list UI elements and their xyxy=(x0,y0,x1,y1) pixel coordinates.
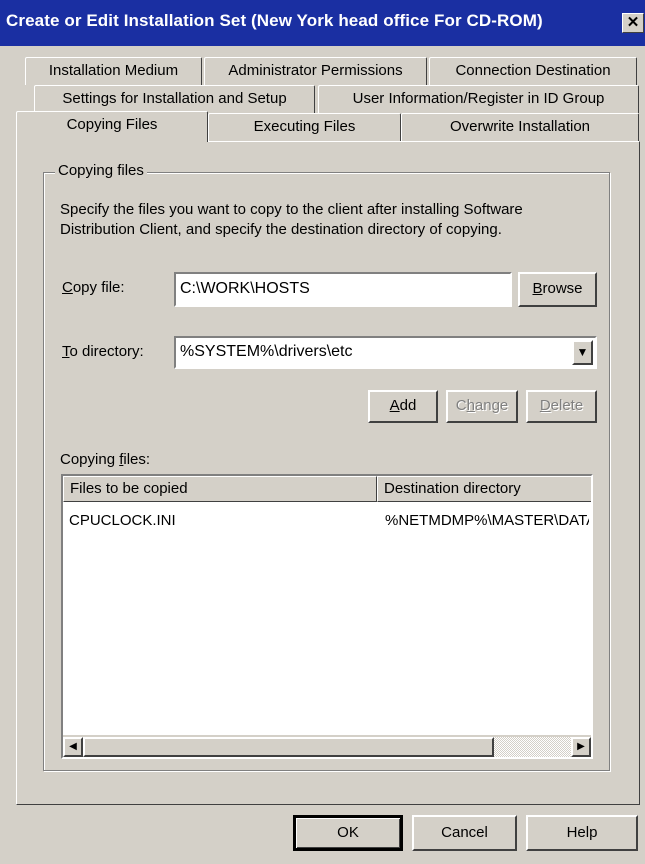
column-header-destination[interactable]: Destination directory xyxy=(377,476,591,502)
change-label-pre: C xyxy=(455,397,467,414)
change-button[interactable]: Change xyxy=(446,390,518,423)
add-button[interactable]: Add xyxy=(368,390,438,423)
scroll-right-icon[interactable]: ▶ xyxy=(571,737,591,757)
tab-installation-medium[interactable]: Installation Medium xyxy=(25,57,202,85)
copying-files-label-pre: Copying xyxy=(60,451,120,468)
change-label: ange xyxy=(474,397,509,414)
change-mnemonic: h xyxy=(466,397,475,414)
group-legend: Copying files xyxy=(55,162,147,179)
scroll-left-icon[interactable]: ◀ xyxy=(63,737,83,757)
scroll-track[interactable] xyxy=(83,737,571,757)
copying-files-label-text: iles: xyxy=(123,451,151,468)
column-header-files[interactable]: Files to be copied xyxy=(63,476,377,502)
browse-label: rowse xyxy=(542,280,583,297)
add-label: dd xyxy=(399,397,417,414)
to-directory-label: To directory: xyxy=(62,343,144,360)
copy-file-label: Copy file: xyxy=(62,279,125,296)
add-mnemonic: A xyxy=(389,397,400,414)
title-bar: Create or Edit Installation Set (New Yor… xyxy=(0,0,645,46)
tab-executing-files[interactable]: Executing Files xyxy=(208,113,401,141)
to-directory-combobox[interactable]: %SYSTEM%\drivers\etc xyxy=(174,336,597,369)
tab-settings-installation-setup[interactable]: Settings for Installation and Setup xyxy=(34,85,315,113)
scroll-thumb[interactable] xyxy=(83,737,494,757)
close-icon[interactable]: ✕ xyxy=(622,13,644,33)
copy-file-input[interactable]: C:\WORK\HOSTS xyxy=(174,272,512,307)
copy-file-label-text: opy file: xyxy=(72,279,125,296)
table-row-destination[interactable]: %NETMDMP%\MASTER\DATA xyxy=(385,512,589,529)
delete-label: elete xyxy=(550,397,584,414)
delete-button[interactable]: Delete xyxy=(526,390,597,423)
help-button[interactable]: Help xyxy=(526,815,638,851)
tab-user-information-register[interactable]: User Information/Register in ID Group xyxy=(318,85,639,113)
delete-mnemonic: D xyxy=(539,397,551,414)
description-line-2: Distribution Client, and specify the des… xyxy=(60,221,502,238)
copying-files-label: Copying files: xyxy=(60,451,150,468)
tab-copying-files[interactable]: Copying Files xyxy=(16,111,208,142)
browse-button[interactable]: Browse xyxy=(518,272,597,307)
description-line-1: Specify the files you want to copy to th… xyxy=(60,201,523,218)
copy-file-label-mnemonic: C xyxy=(62,279,73,296)
table-row-file[interactable]: CPUCLOCK.INI xyxy=(69,512,369,529)
ok-button[interactable]: OK xyxy=(293,815,403,851)
cancel-button[interactable]: Cancel xyxy=(412,815,517,851)
to-directory-mnemonic: T xyxy=(62,343,70,360)
window-title: Create or Edit Installation Set (New Yor… xyxy=(6,11,543,30)
tab-overwrite-installation[interactable]: Overwrite Installation xyxy=(401,113,639,141)
tab-administrator-permissions[interactable]: Administrator Permissions xyxy=(204,57,427,85)
chevron-down-icon[interactable]: ▼ xyxy=(572,340,593,365)
tab-connection-destination[interactable]: Connection Destination xyxy=(429,57,637,85)
to-directory-label-text: o directory: xyxy=(69,343,144,360)
copying-files-list[interactable]: Files to be copied Destination directory… xyxy=(61,474,593,759)
horizontal-scrollbar[interactable]: ◀ ▶ xyxy=(63,735,591,757)
browse-mnemonic: B xyxy=(532,280,543,297)
